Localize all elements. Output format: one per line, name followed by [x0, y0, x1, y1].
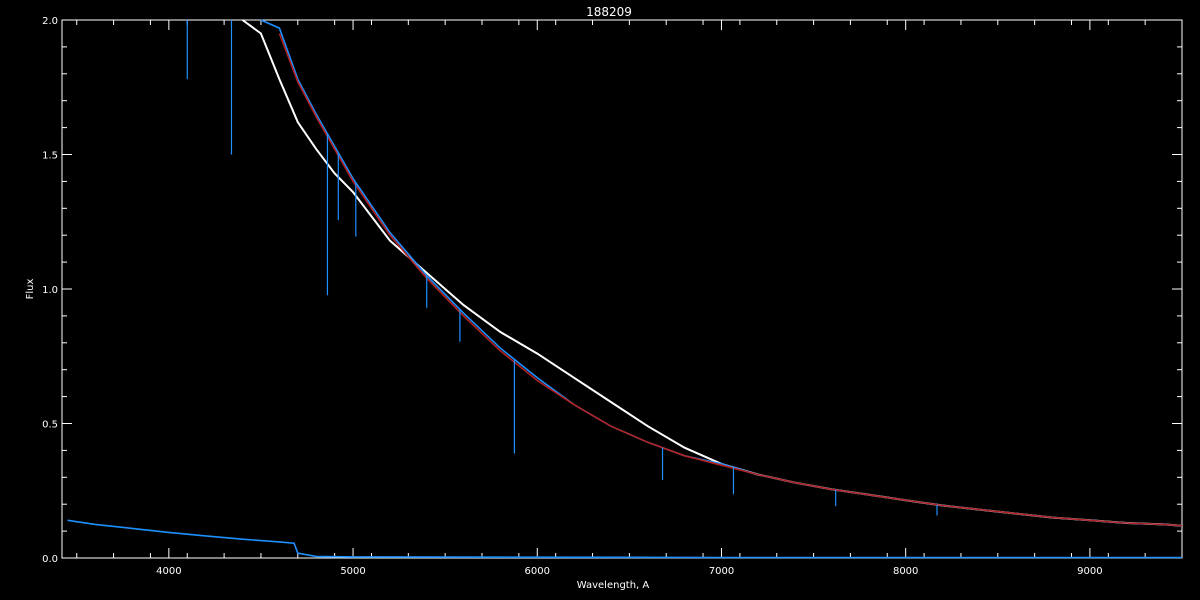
y-axis-title: Flux	[25, 279, 36, 300]
y-tick-label: 0.0	[42, 554, 58, 565]
x-tick-label: 4000	[156, 566, 181, 577]
chart-background	[0, 0, 1200, 600]
x-axis-title: Wavelength, A	[577, 580, 650, 591]
x-tick-label: 8000	[893, 566, 918, 577]
x-tick-label: 5000	[340, 566, 365, 577]
x-tick-label: 6000	[525, 566, 550, 577]
x-tick-label: 9000	[1077, 566, 1102, 577]
chart-title: 188209	[586, 5, 632, 19]
y-tick-label: 0.5	[42, 420, 58, 431]
y-tick-label: 1.0	[42, 285, 58, 296]
y-tick-label: 1.5	[42, 151, 58, 162]
spectrum-chart: 188209 Wavelength, A Flux 0.0 0.5 1.0 1.5 2.…	[0, 0, 1200, 600]
chart-root: 188209 Wavelength, A Flux 0.0 0.5 1.0 1.5 2.…	[0, 0, 1200, 600]
x-tick-label: 7000	[709, 566, 734, 577]
y-tick-label: 2.0	[42, 16, 58, 27]
